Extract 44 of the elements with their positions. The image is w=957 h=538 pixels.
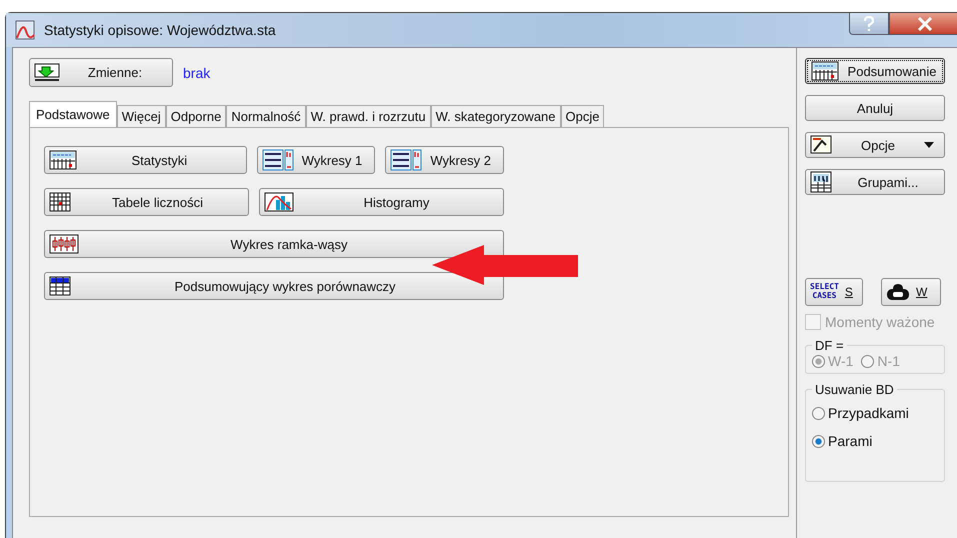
side-button[interactable]: Anuluj — [805, 95, 945, 121]
action-button[interactable]: Podsumowujący wykres porównawczy — [44, 272, 504, 300]
side-button[interactable]: Opcje — [805, 132, 945, 158]
tab[interactable]: Więcej — [116, 105, 166, 127]
missing-data-group: Usuwanie BD Przypadkami Parami — [805, 382, 945, 482]
side-button[interactable]: Podsumowanie — [805, 58, 945, 84]
window-title: Statystyki opisowe: Województwa.sta — [44, 22, 276, 38]
checkbox-label: Momenty ważone — [825, 314, 935, 330]
df-group: DF = W-1 N-1 — [805, 338, 945, 374]
action-button[interactable]: Statystyki — [44, 146, 247, 174]
action-button[interactable]: Tabele liczności — [44, 188, 249, 216]
graphs-icon — [262, 149, 294, 171]
weight-icon — [886, 283, 910, 301]
graphs-icon — [390, 149, 422, 171]
grid-icon — [49, 192, 71, 212]
help-button[interactable] — [849, 13, 889, 35]
side-button[interactable]: Grupami... — [805, 169, 945, 195]
close-button[interactable] — [889, 13, 957, 35]
tab[interactable]: Podstawowe — [29, 101, 117, 127]
boxplot-icon — [49, 234, 79, 254]
action-button[interactable]: Histogramy — [259, 188, 504, 216]
radio-option[interactable]: Parami — [812, 433, 938, 449]
download-icon — [34, 62, 62, 82]
variables-button[interactable]: Zmienne: — [29, 58, 173, 87]
table-icon — [810, 61, 840, 81]
close-icon — [917, 16, 933, 30]
chart-icon — [14, 19, 36, 41]
grid-icon — [810, 171, 832, 193]
radio-option[interactable]: Przypadkami — [812, 405, 938, 421]
tab[interactable]: W. skategoryzowane — [430, 105, 561, 127]
tab[interactable]: Normalność — [226, 105, 306, 127]
action-button[interactable]: Wykresy 2 — [385, 146, 504, 174]
table-icon — [49, 150, 77, 170]
tab[interactable]: Odporne — [166, 105, 226, 127]
tab[interactable]: W. prawd. i rozrzutu — [306, 105, 431, 127]
help-icon — [862, 16, 876, 32]
tab[interactable]: Opcje — [560, 105, 604, 127]
chart-icon — [810, 135, 832, 155]
action-button[interactable]: Wykresy 1 — [256, 146, 376, 174]
grid-icon — [49, 276, 71, 296]
variables-value: brak — [183, 64, 210, 80]
histogram-icon — [264, 192, 294, 212]
action-button[interactable]: Wykres ramka-wąsy — [44, 230, 504, 258]
weight-button[interactable]: W — [881, 278, 941, 306]
